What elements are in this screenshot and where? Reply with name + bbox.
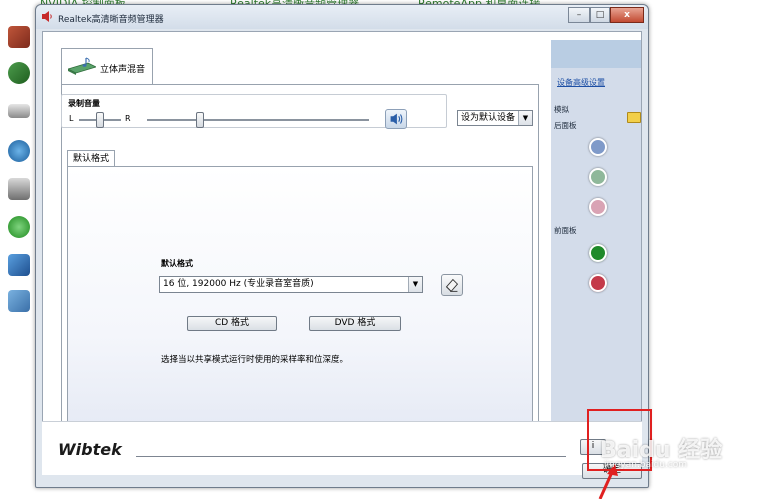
content-area: 立体声混音 录制音量 L R 设为默认设备 ▼ 默认格式 默认格式 16 位, … [42,31,642,475]
chevron-down-icon: ▼ [408,277,422,292]
speaker-icon [42,11,52,22]
format-dropdown[interactable]: 16 位, 192000 Hz (专业录音室音质) ▼ [159,276,423,293]
backup-icon[interactable] [8,62,30,84]
devices-icon[interactable] [8,178,30,200]
close-button[interactable]: x [610,7,644,23]
tab-label: 立体声混音 [100,65,146,75]
dvd-format-button[interactable]: DVD 格式 [309,316,401,331]
folder-icon[interactable] [627,112,641,123]
back-jack-green[interactable] [589,168,607,186]
advanced-settings-link[interactable]: 设备高级设置 [557,77,605,88]
front-jack-red[interactable] [589,274,607,292]
set-default-device-label: 设为默认设备 [461,113,516,123]
cd-format-button[interactable]: CD 格式 [187,316,277,331]
balance-right-label: R [125,114,131,123]
window-title: Realtek高清晰音频管理器 [58,15,164,25]
firewall-icon[interactable] [8,26,30,48]
title-bar[interactable]: Realtek高清晰音频管理器 – □ x [36,5,648,29]
sync-icon[interactable] [8,216,30,238]
maximize-button[interactable]: □ [590,7,610,23]
minimize-button[interactable]: – [568,7,590,23]
brand-logo: Wibtek [58,440,122,459]
connector-panel-header [551,40,641,68]
keyboard-icon[interactable] [8,104,30,118]
default-format-title: 默认格式 [161,259,193,268]
chevron-down-icon: ▼ [518,111,532,125]
network-icon[interactable] [8,140,30,162]
record-volume-label: 录制音量 [68,99,100,108]
computer-icon[interactable] [8,290,30,312]
front-jack-green[interactable] [589,244,607,262]
volume-slider-thumb[interactable] [196,112,205,128]
display-icon[interactable] [8,254,30,276]
mute-button[interactable] [385,109,407,129]
set-default-device-dropdown[interactable]: 设为默认设备 ▼ [457,110,533,126]
default-format-panel [67,166,533,448]
format-description: 选择当以共享模式运行时使用的采样率和位深度。 [161,355,349,365]
tab-default-format[interactable]: 默认格式 [67,150,115,167]
tab-stereo-mix[interactable]: 立体声混音 [61,48,153,84]
back-jack-pink[interactable] [589,198,607,216]
realtek-window: Realtek高清晰音频管理器 – □ x 立体声混音 录制音量 L R 设为默… [35,4,649,488]
eraser-icon [445,278,459,293]
footer [42,421,642,475]
divider [136,456,566,457]
front-panel-label: 前面板 [554,226,577,235]
speaker-icon [390,113,403,125]
balance-left-label: L [69,114,74,123]
balance-slider-thumb[interactable] [96,112,104,128]
back-panel-label: 后面板 [554,121,577,130]
volume-track[interactable] [147,119,369,121]
format-dropdown-value: 16 位, 192000 Hz (专业录音室音质) [163,279,314,289]
reset-format-button[interactable] [441,274,463,296]
sound-card-icon [68,57,96,75]
analog-label: 模拟 [554,105,569,114]
desktop-side-icons [0,8,36,328]
watermark-url: jingyan.baidu.com [604,460,688,470]
back-jack-blue[interactable] [589,138,607,156]
